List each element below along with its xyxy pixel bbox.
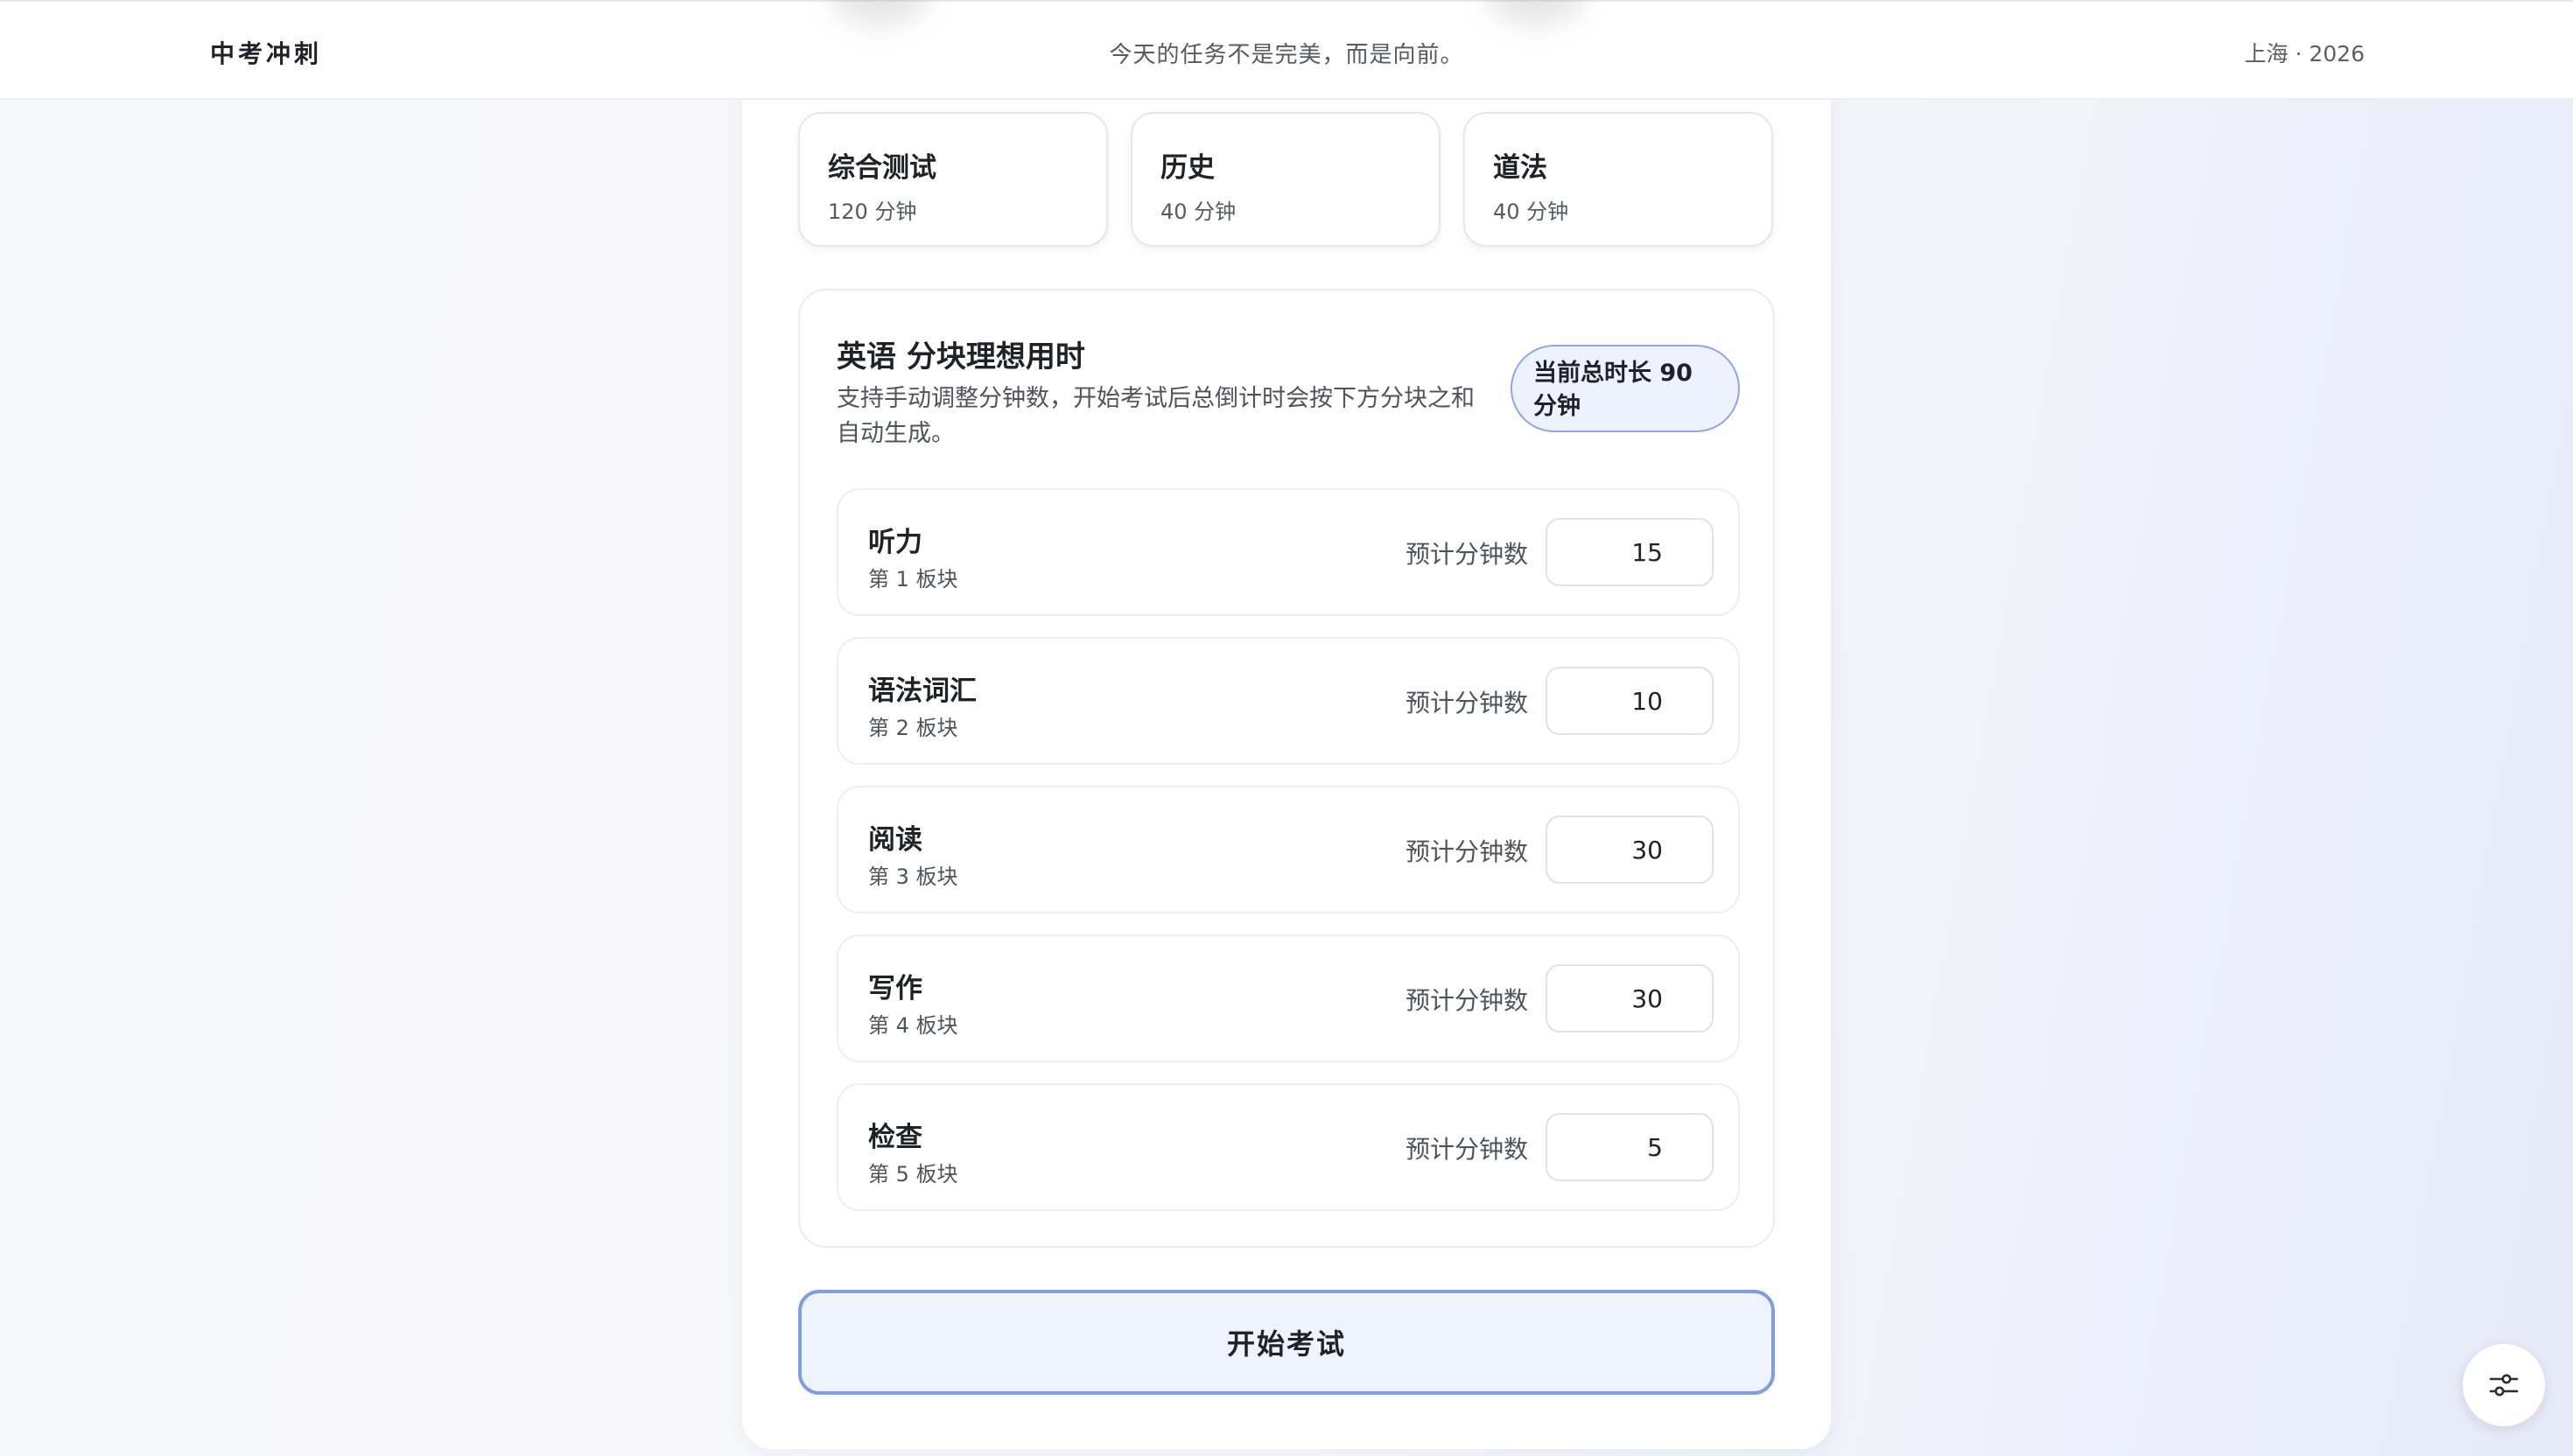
top-header: 中考冲刺 今天的任务不是完美，而是向前。 上海 · 2026 — [0, 0, 2573, 100]
start-exam-button[interactable]: 开始考试 — [798, 1290, 1775, 1395]
total-duration-badge: 当前总时长 90 分钟 — [1511, 345, 1740, 432]
subject-duration: 40 分钟 — [1160, 200, 1237, 224]
segment-name: 语法词汇 — [868, 676, 977, 707]
minutes-input-grammar-vocab[interactable] — [1546, 667, 1714, 735]
minutes-input-listening[interactable] — [1546, 518, 1714, 586]
segment-name: 阅读 — [868, 824, 922, 856]
subject-name: 道法 — [1493, 152, 1547, 184]
subject-duration: 120 分钟 — [828, 200, 917, 224]
segment-config-card: 英语 分块理想用时 支持手动调整分钟数，开始考试后总倒计时会按下方分块之和自动生… — [798, 289, 1775, 1248]
minutes-label: 预计分钟数 — [1406, 540, 1529, 569]
segment-order: 第 3 板块 — [868, 864, 958, 889]
subject-card-history[interactable]: 历史 40 分钟 — [1131, 112, 1441, 247]
subject-name: 综合测试 — [828, 152, 936, 184]
subject-name: 历史 — [1160, 152, 1215, 184]
segment-name: 写作 — [868, 973, 922, 1004]
minutes-label: 预计分钟数 — [1406, 689, 1529, 718]
segment-order: 第 2 板块 — [868, 716, 958, 740]
subject-duration: 40 分钟 — [1493, 200, 1569, 224]
segment-name: 检查 — [868, 1122, 922, 1153]
minutes-label: 预计分钟数 — [1406, 837, 1529, 866]
segment-row-writing: 写作 第 4 板块 预计分钟数 — [837, 934, 1740, 1062]
config-title: 英语 分块理想用时 — [837, 340, 1085, 374]
settings-fab-button[interactable] — [2463, 1344, 2545, 1426]
segment-row-reading: 阅读 第 3 板块 预计分钟数 — [837, 786, 1740, 914]
minutes-input-writing[interactable] — [1546, 964, 1714, 1032]
segment-order: 第 4 板块 — [868, 1013, 958, 1038]
motto-text: 今天的任务不是完美，而是向前。 — [1109, 42, 1464, 68]
minutes-input-check[interactable] — [1546, 1113, 1714, 1181]
config-description: 支持手动调整分钟数，开始考试后总倒计时会按下方分块之和自动生成。 — [837, 385, 1475, 447]
sliders-icon — [2489, 1374, 2519, 1396]
subject-card-morality-law[interactable]: 道法 40 分钟 — [1463, 112, 1773, 247]
subject-card-comprehensive[interactable]: 综合测试 120 分钟 — [798, 112, 1108, 247]
location-year: 上海 · 2026 — [2244, 41, 2365, 66]
minutes-label: 预计分钟数 — [1406, 986, 1529, 1015]
minutes-input-reading[interactable] — [1546, 816, 1714, 884]
segment-order: 第 5 板块 — [868, 1162, 958, 1186]
segment-row-grammar-vocab: 语法词汇 第 2 板块 预计分钟数 — [837, 637, 1740, 765]
segment-order: 第 1 板块 — [868, 567, 958, 592]
segment-row-listening: 听力 第 1 板块 预计分钟数 — [837, 488, 1740, 616]
segment-row-check: 检查 第 5 板块 预计分钟数 — [837, 1083, 1740, 1211]
minutes-label: 预计分钟数 — [1406, 1135, 1529, 1164]
segment-name: 听力 — [868, 527, 922, 558]
